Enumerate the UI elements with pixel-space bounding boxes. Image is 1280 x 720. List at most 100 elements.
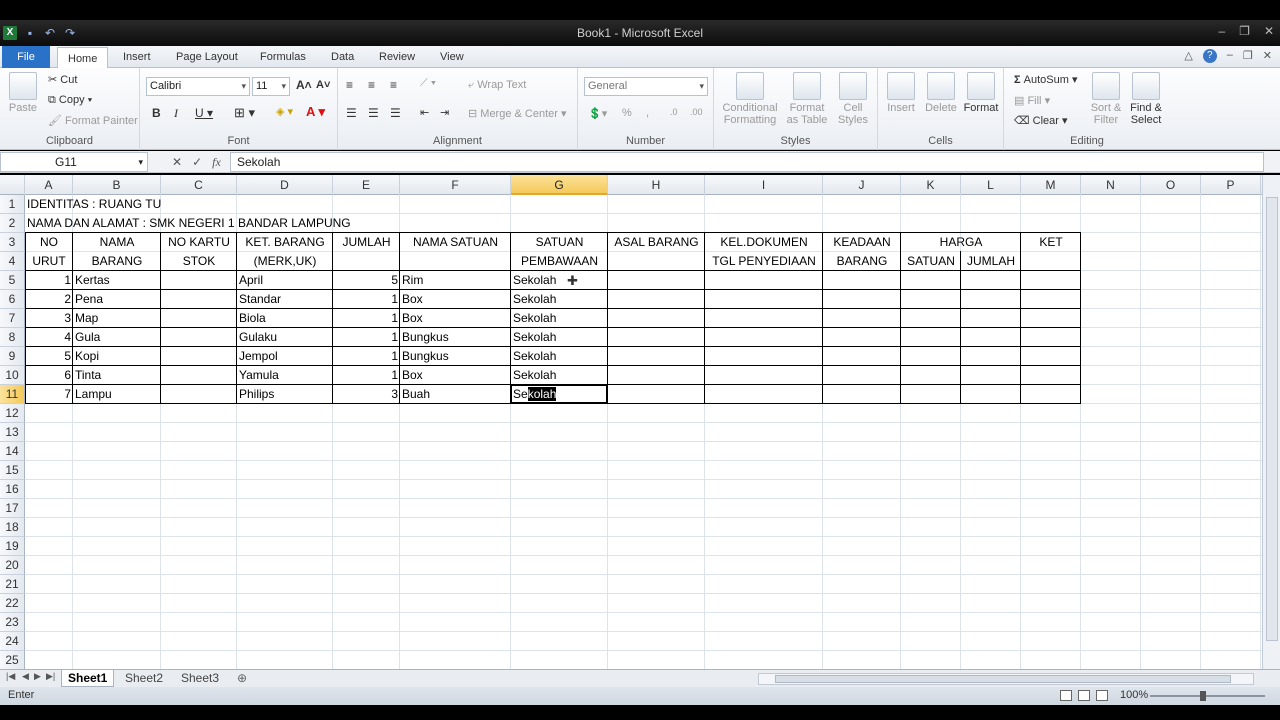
enter-check-icon[interactable]: ✓ (192, 155, 202, 169)
data-cell-ket[interactable]: Gulaku (237, 328, 333, 347)
row-header-6[interactable]: 6 (0, 290, 25, 309)
data-cell-nama[interactable]: Pena (73, 290, 161, 309)
column-header-g[interactable]: G (511, 175, 608, 195)
font-size-combo[interactable]: 11 (252, 77, 290, 96)
row-header-9[interactable]: 9 (0, 347, 25, 366)
row-header-5[interactable]: 5 (0, 271, 25, 290)
column-header-a[interactable]: A (25, 175, 73, 195)
align-left-icon[interactable]: ☰ (346, 106, 357, 120)
zoom-slider-knob[interactable] (1200, 691, 1206, 701)
data-cell-satuan[interactable]: Box (400, 366, 511, 385)
fill-button[interactable]: ▤ Fill ▾ (1014, 94, 1050, 107)
bold-icon[interactable]: B (152, 106, 161, 120)
format-cells-button[interactable]: Format (962, 72, 1000, 114)
find-select-button[interactable]: Find & Select (1126, 72, 1166, 126)
header-cell[interactable]: JUMLAH (333, 233, 400, 252)
data-cell-no[interactable]: 2 (25, 290, 73, 309)
comma-icon[interactable]: , (646, 107, 649, 119)
clear-button[interactable]: ⌫ Clear ▾ (1014, 114, 1068, 127)
header-cell[interactable]: SATUAN (901, 252, 961, 271)
data-cell-no[interactable]: 7 (25, 385, 73, 404)
data-cell-nama[interactable]: Kertas (73, 271, 161, 290)
formula-input[interactable]: Sekolah (230, 152, 1264, 172)
data-cell-no[interactable]: 1 (25, 271, 73, 290)
header-cell[interactable]: PEMBAWAAN (511, 252, 608, 271)
row-header-3[interactable]: 3 (0, 233, 25, 252)
row-header-2[interactable]: 2 (0, 214, 25, 233)
format-as-table-button[interactable]: Format as Table (784, 72, 830, 126)
data-cell-asal-editing[interactable]: Sekolah (511, 385, 608, 404)
tab-formulas[interactable]: Formulas (260, 46, 306, 68)
data-cell-ket[interactable]: Biola (237, 309, 333, 328)
header-cell[interactable]: KEADAAN (823, 233, 901, 252)
row-header-12[interactable]: 12 (0, 404, 25, 423)
data-cell-nama[interactable]: Map (73, 309, 161, 328)
column-header-l[interactable]: L (961, 175, 1021, 195)
header-cell[interactable]: KEL.DOKUMEN (705, 233, 823, 252)
column-header-p[interactable]: P (1201, 175, 1261, 195)
row-header-1[interactable]: 1 (0, 195, 25, 214)
align-top-icon[interactable]: ≡ (346, 78, 353, 92)
cells-area[interactable]: IDENTITAS : RUANG TU NAMA DAN ALAMAT : SM… (25, 195, 1262, 669)
column-header-m[interactable]: M (1021, 175, 1081, 195)
normal-view-icon[interactable] (1060, 690, 1072, 701)
data-cell-ket[interactable]: Philips (237, 385, 333, 404)
data-cell-satuan[interactable]: Bungkus (400, 328, 511, 347)
data-cell-jumlah[interactable]: 1 (333, 328, 400, 347)
data-cell-ket[interactable]: April (237, 271, 333, 290)
header-cell[interactable]: NAMA SATUAN (400, 233, 511, 252)
file-tab[interactable]: File (2, 46, 50, 68)
conditional-formatting-button[interactable]: Conditional Formatting (720, 72, 780, 126)
header-cell[interactable]: BARANG (823, 252, 901, 271)
cut-button[interactable]: ✂ Cut (48, 73, 77, 86)
tab-page-layout[interactable]: Page Layout (176, 46, 238, 68)
column-header-b[interactable]: B (73, 175, 161, 195)
data-cell-ket[interactable]: Jempol (237, 347, 333, 366)
merge-center-button[interactable]: ⊟ Merge & Center ▾ (468, 107, 567, 120)
select-all-corner[interactable] (0, 175, 25, 195)
format-painter-button[interactable]: 🖌 Format Painter (48, 114, 138, 127)
tab-data[interactable]: Data (331, 46, 354, 68)
row-header-4[interactable]: 4 (0, 252, 25, 271)
data-cell-jumlah[interactable]: 1 (333, 347, 400, 366)
header-cell[interactable]: JUMLAH (961, 252, 1021, 271)
row-header-15[interactable]: 15 (0, 461, 25, 480)
data-cell-jumlah[interactable]: 1 (333, 366, 400, 385)
fill-color-icon[interactable]: ◈ ▾ (276, 105, 293, 118)
align-right-icon[interactable]: ☰ (390, 106, 401, 120)
first-sheet-icon[interactable]: |◀ (6, 671, 15, 682)
wrap-text-button[interactable]: ⤶ Wrap Text (468, 79, 526, 92)
data-cell-satuan[interactable]: Box (400, 290, 511, 309)
column-header-d[interactable]: D (237, 175, 333, 195)
decrease-decimal-icon[interactable]: .00 (690, 107, 703, 117)
row-header-18[interactable]: 18 (0, 518, 25, 537)
data-cell-no[interactable]: 4 (25, 328, 73, 347)
data-cell-asal[interactable]: Sekolah (511, 290, 608, 309)
data-cell-asal[interactable]: Sekolah (511, 271, 608, 290)
collapse-ribbon-icon[interactable]: △ (1184, 49, 1192, 63)
sheet-tab-sheet3[interactable]: Sheet3 (175, 670, 225, 687)
row-header-25[interactable]: 25 (0, 651, 25, 669)
row-header-8[interactable]: 8 (0, 328, 25, 347)
data-cell-nama[interactable]: Kopi (73, 347, 161, 366)
data-cell-jumlah[interactable]: 5 (333, 271, 400, 290)
maximize-icon[interactable]: ❐ (1239, 24, 1250, 38)
sort-filter-button[interactable]: Sort & Filter (1088, 72, 1124, 126)
column-header-f[interactable]: F (400, 175, 511, 195)
autosum-button[interactable]: Σ AutoSum ▾ (1014, 73, 1078, 86)
align-bottom-icon[interactable]: ≡ (390, 78, 397, 92)
orientation-icon[interactable]: ⟋ ▾ (420, 77, 436, 90)
tab-review[interactable]: Review (379, 46, 415, 68)
data-cell-satuan[interactable]: Buah (400, 385, 511, 404)
doc-restore-icon[interactable]: ❐ (1243, 49, 1253, 63)
delete-cells-button[interactable]: Delete (924, 72, 958, 114)
data-cell-ket[interactable]: Standar (237, 290, 333, 309)
header-cell[interactable]: URUT (25, 252, 73, 271)
page-layout-view-icon[interactable] (1078, 690, 1090, 701)
cell-address[interactable]: NAMA DAN ALAMAT : SMK NEGERI 1 BANDAR LA… (25, 214, 351, 233)
paste-button[interactable]: Paste (6, 72, 40, 114)
vertical-scrollbar[interactable] (1262, 175, 1280, 669)
cell-styles-button[interactable]: Cell Styles (834, 72, 872, 126)
copy-button[interactable]: ⧉ Copy ▾ (48, 94, 92, 107)
increase-decimal-icon[interactable]: .0 (670, 107, 678, 117)
